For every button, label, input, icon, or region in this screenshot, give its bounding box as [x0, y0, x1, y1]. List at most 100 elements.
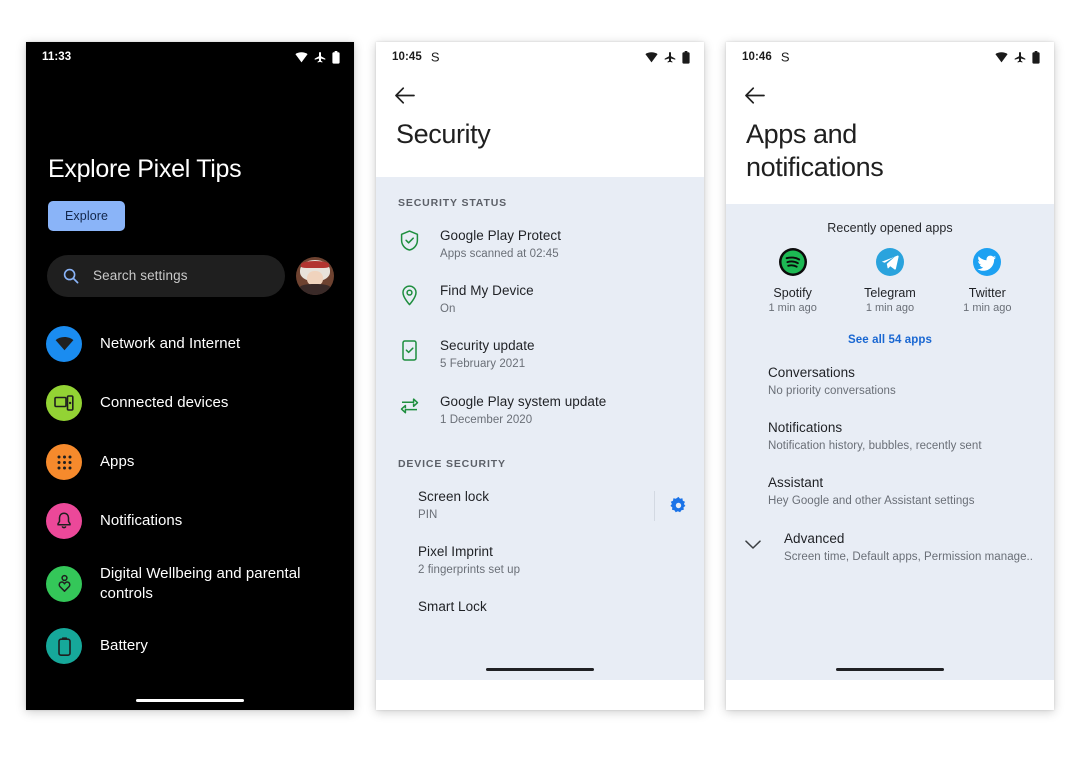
- telegram-icon: [875, 247, 905, 277]
- sidebar-item-network-and-internet[interactable]: Network and Internet: [26, 315, 354, 374]
- list-item-subtitle: Apps scanned at 02:45: [440, 247, 559, 260]
- battery-icon: [682, 50, 690, 64]
- list-item-title: Screen lock: [418, 488, 490, 504]
- spotify-notification-icon: S: [430, 49, 440, 64]
- list-item-title: Advanced: [784, 530, 845, 546]
- sidebar-item-label: Digital Wellbeing and parental controls: [100, 565, 301, 602]
- phone-update-icon: [398, 338, 420, 362]
- list-item-advanced[interactable]: Advanced Screen time, Default apps, Perm…: [726, 520, 1054, 575]
- apps-grid-circle-icon: [46, 444, 82, 480]
- list-item-title: Pixel Imprint: [418, 544, 493, 560]
- row-divider: [654, 490, 655, 521]
- bell-circle-icon: [46, 503, 82, 539]
- list-item-subtitle: No priority conversations: [768, 384, 896, 397]
- list-item-title: Notifications: [768, 420, 843, 436]
- home-indicator[interactable]: [486, 668, 594, 671]
- search-input[interactable]: Search settings: [47, 254, 285, 297]
- sidebar-item-notifications[interactable]: Notifications: [26, 492, 354, 551]
- chevron-down-icon[interactable]: [742, 531, 764, 550]
- list-item-spotify[interactable]: Spotify 1 min ago: [747, 247, 839, 314]
- see-all-apps-link[interactable]: See all 54 apps: [726, 314, 1054, 354]
- list-item-title: Google Play Protect: [440, 227, 562, 243]
- sidebar-item-battery[interactable]: Battery: [26, 617, 354, 676]
- apps-notifications-header: 10:46 S Apps and notifications: [726, 42, 1054, 204]
- list-item-title: Find My Device: [440, 283, 534, 299]
- location-pin-icon: [398, 283, 420, 306]
- list-item-security-update[interactable]: Security update 5 February 2021: [376, 327, 704, 382]
- sidebar-item-label: Notifications: [100, 512, 183, 530]
- app-last-used: 1 min ago: [768, 301, 817, 314]
- list-item-assistant[interactable]: Assistant Hey Google and other Assistant…: [726, 464, 1054, 519]
- list-item-title: Conversations: [768, 364, 855, 380]
- app-last-used: 1 min ago: [963, 301, 1012, 314]
- shield-check-icon: [398, 228, 420, 251]
- list-item-notifications[interactable]: Notifications Notification history, bubb…: [726, 409, 1054, 464]
- airplane-mode-icon: [1014, 51, 1026, 63]
- list-item-twitter[interactable]: Twitter 1 min ago: [941, 247, 1033, 314]
- list-item-smart-lock[interactable]: Smart Lock: [376, 588, 704, 627]
- wifi-icon: [645, 51, 658, 63]
- status-bar-time: 10:45: [392, 51, 422, 63]
- list-item-subtitle: 5 February 2021: [440, 358, 526, 371]
- devices-circle-icon: [46, 385, 82, 421]
- back-button[interactable]: [726, 72, 1054, 118]
- list-item-title: Google Play system update: [440, 393, 607, 409]
- section-header-device-security: DEVICE SECURITY: [398, 457, 506, 470]
- recently-opened-apps-list: Spotify 1 min ago Telegram 1 min ago Twi…: [726, 247, 1054, 314]
- search-input-placeholder: Search settings: [93, 268, 188, 283]
- wellbeing-circle-icon: [46, 565, 82, 602]
- sidebar-item-digital-wellbeing[interactable]: Digital Wellbeing and parental controls: [26, 551, 354, 617]
- app-name: Spotify: [773, 285, 812, 300]
- list-item-conversations[interactable]: Conversations No priority conversations: [726, 354, 1054, 409]
- page-title: Apps and notifications: [746, 119, 884, 182]
- spotify-notification-icon: S: [780, 49, 790, 64]
- sidebar-item-label: Apps: [100, 453, 135, 471]
- gear-icon[interactable]: [669, 496, 688, 515]
- sidebar-item-label: Battery: [100, 637, 148, 655]
- sidebar-item-connected-devices[interactable]: Connected devices: [26, 374, 354, 433]
- list-item-subtitle: PIN: [418, 508, 438, 521]
- list-item-title: Smart Lock: [418, 599, 487, 615]
- home-indicator[interactable]: [836, 668, 944, 671]
- phone-screen-apps-and-notifications: 10:46 S Apps and notifications Recently …: [726, 42, 1054, 710]
- battery-icon: [332, 50, 340, 64]
- airplane-mode-icon: [664, 51, 676, 63]
- page-title: Explore Pixel Tips: [48, 155, 242, 183]
- status-bar: 10:46 S: [726, 42, 1054, 72]
- list-item-title: Assistant: [768, 475, 824, 491]
- sidebar-item-label: Network and Internet: [100, 335, 241, 353]
- battery-circle-icon: [46, 628, 82, 664]
- list-item-google-play-protect[interactable]: Google Play Protect Apps scanned at 02:4…: [376, 217, 704, 272]
- page-title: Security: [396, 119, 491, 149]
- list-item-screen-lock[interactable]: Screen lock PIN: [376, 478, 704, 533]
- section-header-security-status: SECURITY STATUS: [398, 196, 508, 209]
- status-bar: 10:45 S: [376, 42, 704, 72]
- apps-notifications-content: Recently opened apps Spotify 1 min ago T…: [726, 203, 1054, 680]
- app-name: Twitter: [968, 285, 1006, 300]
- status-bar-time: 10:46: [742, 51, 772, 63]
- list-item-pixel-imprint[interactable]: Pixel Imprint 2 fingerprints set up: [376, 533, 704, 588]
- battery-icon: [1032, 50, 1040, 64]
- list-item-subtitle: 1 December 2020: [440, 413, 533, 426]
- list-item-title: Security update: [440, 338, 535, 354]
- spotify-icon: [778, 247, 808, 277]
- list-item-google-play-system-update[interactable]: Google Play system update 1 December 202…: [376, 383, 704, 438]
- settings-home-body: Explore Pixel Tips Explore Search settin…: [26, 72, 354, 710]
- search-row: Search settings: [26, 231, 354, 297]
- app-name: Telegram: [864, 285, 916, 300]
- avatar[interactable]: [296, 256, 334, 295]
- list-item-telegram[interactable]: Telegram 1 min ago: [844, 247, 936, 314]
- system-update-icon: [398, 394, 420, 416]
- screenshot-stage: 11:33 Explore Pixel Tips Explore Search …: [0, 0, 1080, 759]
- app-last-used: 1 min ago: [865, 301, 915, 314]
- settings-list: Network and Internet Connected devices A…: [26, 315, 354, 676]
- home-indicator[interactable]: [136, 699, 244, 702]
- explore-button[interactable]: Explore: [48, 200, 126, 231]
- back-button[interactable]: [376, 72, 704, 118]
- security-header: 10:45 S Security: [376, 42, 704, 177]
- list-item-find-my-device[interactable]: Find My Device On: [376, 272, 704, 327]
- back-arrow-icon: [395, 86, 415, 104]
- list-item-subtitle: On: [440, 303, 456, 316]
- wifi-icon: [295, 51, 308, 63]
- sidebar-item-apps[interactable]: Apps: [26, 433, 354, 492]
